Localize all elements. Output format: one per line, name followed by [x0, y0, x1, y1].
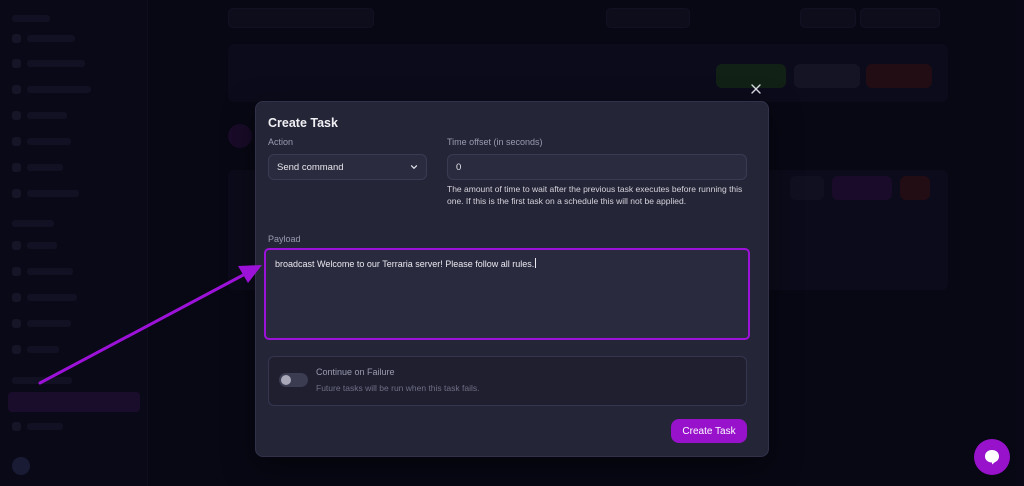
action-select-value: Send command — [277, 161, 344, 173]
text-cursor — [535, 258, 537, 268]
time-offset-input[interactable]: 0 — [447, 154, 747, 180]
create-task-button[interactable]: Create Task — [671, 419, 747, 443]
continue-on-failure-box — [268, 356, 747, 406]
toggle-knob — [281, 375, 291, 385]
payload-label: Payload — [268, 234, 301, 244]
time-offset-hint: The amount of time to wait after the pre… — [447, 184, 743, 206]
continue-on-failure-title: Continue on Failure — [316, 367, 395, 377]
chat-bubble-icon — [985, 450, 999, 465]
time-offset-label: Time offset (in seconds) — [447, 137, 543, 147]
chevron-down-icon — [410, 165, 418, 170]
payload-textarea[interactable]: broadcast Welcome to our Terraria server… — [264, 248, 750, 340]
continue-on-failure-toggle[interactable] — [279, 373, 308, 387]
close-icon[interactable] — [749, 82, 763, 96]
continue-on-failure-description: Future tasks will be run when this task … — [316, 383, 480, 393]
payload-text: broadcast Welcome to our Terraria server… — [275, 259, 535, 269]
action-label: Action — [268, 137, 294, 147]
action-select[interactable]: Send command — [268, 154, 427, 180]
modal-title: Create Task — [268, 116, 338, 130]
chat-widget-button[interactable] — [974, 439, 1010, 475]
time-offset-value: 0 — [456, 161, 462, 173]
